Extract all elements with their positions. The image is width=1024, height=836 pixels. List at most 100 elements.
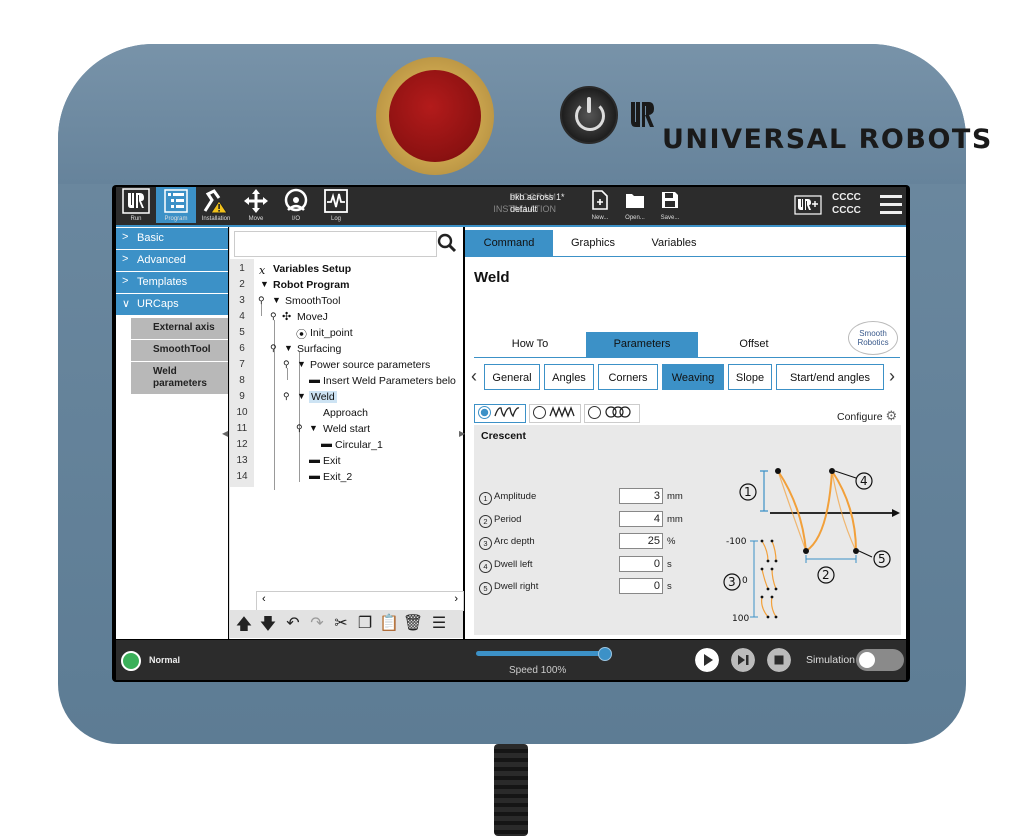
line-number: 11 (236, 423, 248, 434)
speed-slider-handle[interactable] (598, 647, 612, 661)
tab-move[interactable]: Move (236, 187, 276, 223)
expand-triangle-icon[interactable]: ▼ (309, 423, 318, 433)
tab-program[interactable]: Program (156, 187, 196, 223)
speed-slider[interactable] (476, 651, 604, 656)
category-start-end-angles[interactable]: Start/end angles (776, 364, 884, 390)
category-general[interactable]: General (484, 364, 540, 390)
tree-node-init-point[interactable]: Init_point (310, 327, 353, 339)
tab-log[interactable]: Log (316, 187, 356, 223)
tree-node-variables-setup[interactable]: Variables Setup (273, 263, 351, 275)
user-line-1: CCCC (832, 192, 861, 203)
play-icon[interactable] (695, 648, 719, 672)
open-button[interactable]: Open... (618, 189, 652, 223)
expand-triangle-icon[interactable]: ▼ (297, 359, 306, 369)
ur-plus-icon[interactable] (794, 195, 822, 215)
hamburger-menu-icon[interactable] (880, 195, 902, 215)
sidebar-item-advanced[interactable]: > Advanced (116, 250, 228, 272)
tab-variables[interactable]: Variables (637, 230, 711, 256)
scroll-right-icon[interactable]: › (454, 593, 458, 605)
amplitude-bracket (760, 470, 768, 512)
tab-installation[interactable]: Installation (196, 187, 236, 223)
tree-node-exit[interactable]: Exit (323, 455, 341, 467)
category-slope[interactable]: Slope (728, 364, 772, 390)
sidebar-item-label: Basic (137, 232, 164, 244)
amplitude-field[interactable]: 3 (619, 488, 663, 504)
step-icon[interactable] (731, 648, 755, 672)
save-button[interactable]: Save... (653, 189, 687, 223)
tree-node-weld[interactable]: Weld (309, 391, 337, 403)
page-title: Weld (474, 269, 510, 286)
tab-how-to[interactable]: How To (474, 332, 586, 357)
pattern-circular-option[interactable] (584, 404, 640, 423)
tree-node-movej[interactable]: MoveJ (297, 311, 328, 323)
tab-command[interactable]: Command (465, 230, 553, 256)
suppress-icon[interactable]: ☰ (428, 613, 450, 635)
chevron-left-icon[interactable]: ‹ (471, 366, 477, 387)
category-corners[interactable]: Corners (598, 364, 658, 390)
move-down-icon[interactable]: 🡇 (257, 613, 279, 635)
move-up-icon[interactable]: 🡅 (233, 613, 255, 635)
copy-icon[interactable]: ❐ (354, 613, 376, 635)
category-angles[interactable]: Angles (544, 364, 594, 390)
simulation-toggle[interactable] (856, 649, 904, 671)
dwell-right-field[interactable]: 0 (619, 578, 663, 594)
cut-icon[interactable]: ✂ (330, 613, 352, 635)
tree-node-weld-start[interactable]: Weld start (323, 423, 370, 435)
pattern-crescent-option[interactable] (474, 404, 526, 423)
tab-run[interactable]: Run (116, 187, 156, 223)
tab-move-label: Move (248, 216, 264, 222)
tree-node-smoothtool[interactable]: SmoothTool (285, 295, 340, 307)
tab-offset[interactable]: Offset (698, 332, 810, 357)
chevron-right-icon[interactable]: › (889, 366, 895, 387)
expand-triangle-icon[interactable]: ▼ (260, 279, 269, 289)
stop-icon[interactable] (767, 648, 791, 672)
tab-parameters[interactable]: Parameters (586, 332, 698, 357)
delete-icon[interactable]: 🗑 (402, 613, 424, 635)
configure-button[interactable]: Configure ⚙ (837, 408, 897, 424)
expand-triangle-icon[interactable]: ▼ (297, 391, 306, 401)
weave-parameters-area: Crescent 1 Amplitude 3 mm 2 Period 4 mm 3A… (474, 425, 901, 635)
line-number: 10 (236, 407, 248, 418)
period-field[interactable]: 4 (619, 511, 663, 527)
tree-node-insert-weld-parameters[interactable]: Insert Weld Parameters belo (323, 375, 461, 387)
sidebar-subitem-external-axis[interactable]: External axis (131, 318, 228, 340)
program-name: bkb across 1* (510, 192, 565, 202)
sidebar-item-basic[interactable]: > Basic (116, 228, 228, 250)
pin-icon: ⚲ (258, 295, 265, 305)
tab-io-label: I/O (291, 216, 300, 222)
category-weaving[interactable]: Weaving (662, 364, 724, 390)
ur-logo-icon (122, 188, 150, 214)
scroll-left-icon[interactable]: ‹ (262, 593, 266, 605)
tree-node-power-source-parameters[interactable]: Power source parameters (310, 359, 430, 371)
tree-node-circular-1[interactable]: Circular_1 (335, 439, 383, 451)
tree-node-robot-program[interactable]: Robot Program (273, 279, 349, 291)
sidebar-item-urcaps[interactable]: ∨ URCaps (116, 294, 228, 316)
emergency-stop-button[interactable] (389, 70, 481, 162)
tab-io[interactable]: I/O (276, 187, 316, 223)
tree-horizontal-scrollbar[interactable]: ‹ › (256, 591, 464, 611)
expand-triangle-icon[interactable]: ▼ (272, 295, 281, 305)
search-icon[interactable] (435, 231, 459, 255)
paste-icon[interactable]: 📋 (378, 613, 400, 635)
sidebar-subitem-weld-parameters[interactable]: Weld parameters (131, 362, 228, 395)
robot-status-icon[interactable] (121, 651, 141, 671)
param-unit: mm (667, 514, 683, 525)
tab-graphics[interactable]: Graphics (557, 230, 629, 256)
arc-depth-field[interactable]: 25 (619, 533, 663, 549)
dwell-left-field[interactable]: 0 (619, 556, 663, 572)
tree-node-surfacing[interactable]: Surfacing (297, 343, 341, 355)
command-dash-icon: ▬ (309, 374, 320, 386)
tree-node-approach[interactable]: Approach (323, 407, 368, 419)
tree-search-input[interactable] (234, 231, 437, 257)
new-button[interactable]: New... (583, 189, 617, 223)
sidebar-subitem-smoothtool[interactable]: SmoothTool (131, 340, 228, 362)
pattern-zigzag-option[interactable] (529, 404, 581, 423)
undo-icon[interactable]: ↶ (282, 613, 304, 635)
sidebar-item-templates[interactable]: > Templates (116, 272, 228, 294)
expand-triangle-icon[interactable]: ▼ (284, 343, 293, 353)
user-info: CCCC CCCC (832, 191, 861, 217)
collapse-left-icon[interactable]: ◀ (222, 429, 228, 438)
tree-node-exit-2[interactable]: Exit_2 (323, 471, 352, 483)
power-button[interactable] (560, 86, 618, 144)
redo-icon[interactable]: ↷ (306, 613, 328, 635)
